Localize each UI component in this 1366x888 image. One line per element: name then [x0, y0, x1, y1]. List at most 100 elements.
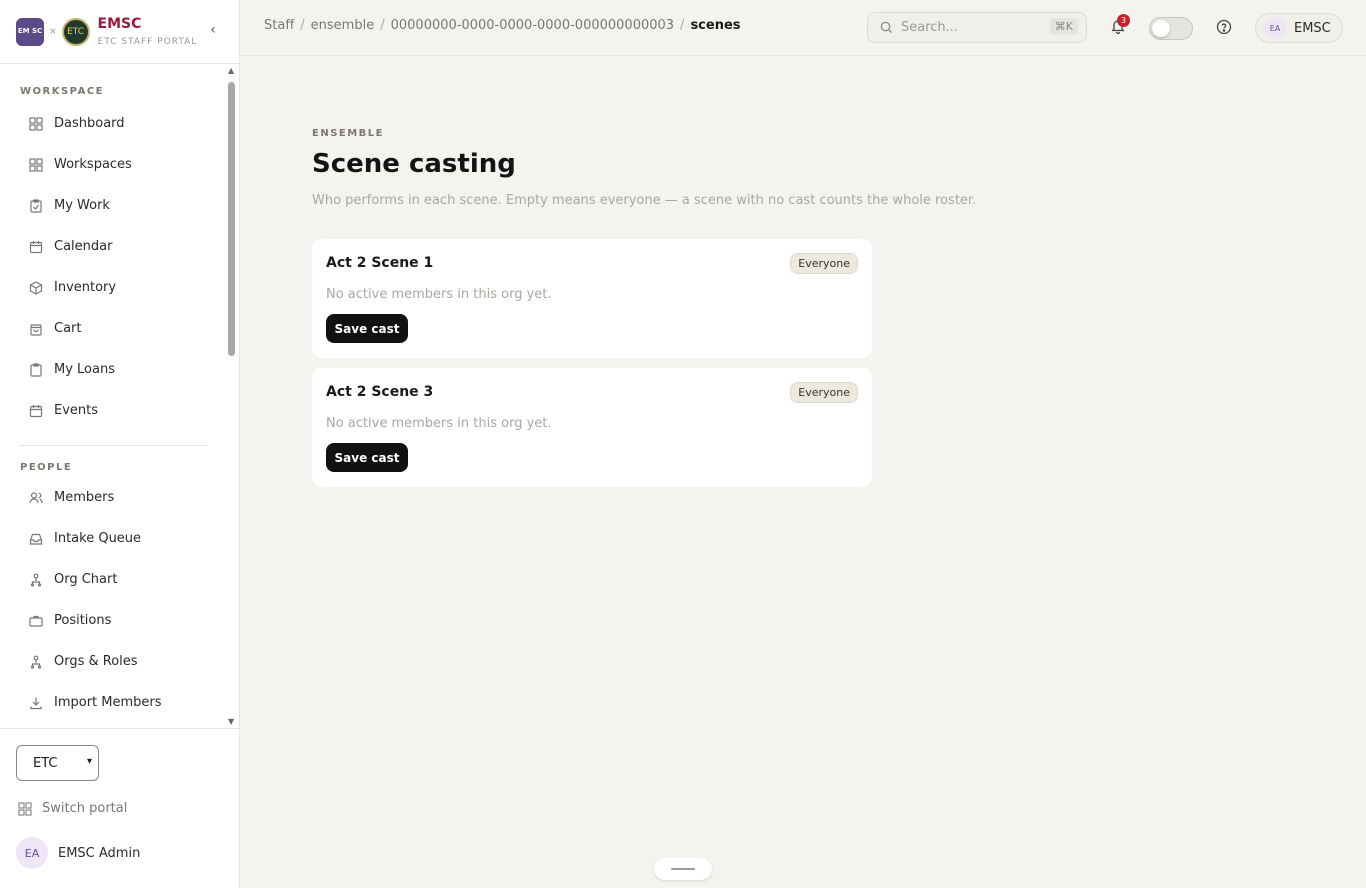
- org-select[interactable]: ETC ▾: [16, 745, 99, 781]
- breadcrumb-ensemble[interactable]: ensemble: [311, 18, 375, 33]
- collapse-sidebar-icon[interactable]: ‹: [206, 22, 220, 38]
- search-icon: [880, 21, 893, 34]
- sidebar-item-cart[interactable]: Cart: [0, 308, 224, 349]
- breadcrumb: Staff / ensemble / 00000000-0000-0000-00…: [264, 18, 741, 33]
- notification-badge: 3: [1117, 14, 1130, 27]
- user-menu-button[interactable]: EA EMSC: [1255, 13, 1343, 43]
- sidebar-user[interactable]: EA EMSC Admin: [16, 837, 140, 869]
- sidebar-item-label: Calendar: [54, 239, 113, 254]
- avatar: EA: [16, 837, 48, 869]
- brand-name: EMSC: [97, 16, 142, 32]
- breadcrumb-id[interactable]: 00000000-0000-0000-0000-000000000003: [391, 18, 674, 33]
- brand-subtitle: ETC STAFF PORTAL: [97, 37, 198, 47]
- sidebar-item-events[interactable]: Events: [0, 390, 224, 431]
- empty-message: No active members in this org yet.: [326, 416, 552, 431]
- sidebar-item-label: My Loans: [54, 362, 115, 377]
- page-eyebrow: ENSEMBLE: [312, 128, 385, 139]
- clipboard-icon: [28, 198, 44, 214]
- drawer-handle[interactable]: [654, 858, 712, 880]
- logo-separator: ×: [49, 26, 57, 37]
- switch-portal-label: Switch portal: [42, 801, 128, 816]
- search-input[interactable]: [901, 20, 1041, 35]
- sidebar-item-workspaces[interactable]: Workspaces: [0, 144, 224, 185]
- breadcrumb-current: scenes: [690, 18, 741, 33]
- calendar-icon: [28, 403, 44, 419]
- sidebar-item-orgs-roles[interactable]: Orgs & Roles: [0, 641, 224, 682]
- sidebar-item-my-loans[interactable]: My Loans: [0, 349, 224, 390]
- box-icon: [28, 280, 44, 296]
- sidebar-item-calendar[interactable]: Calendar: [0, 226, 224, 267]
- breadcrumb-separator: /: [380, 18, 385, 33]
- status-badge: Everyone: [790, 382, 858, 403]
- sidebar-footer: ETC ▾ Switch portal EA EMSC Admin: [0, 728, 240, 888]
- scene-title: Act 2 Scene 3: [326, 384, 434, 400]
- sidebar-item-label: Orgs & Roles: [54, 654, 138, 669]
- sidebar-item-label: Intake Queue: [54, 531, 142, 546]
- org-select-value: ETC: [33, 755, 58, 771]
- clipboard-icon: [28, 362, 44, 378]
- sidebar-item-label: Events: [54, 403, 99, 418]
- sidebar-item-label: My Work: [54, 198, 110, 213]
- scene-title: Act 2 Scene 1: [326, 255, 434, 271]
- download-icon: [28, 695, 44, 711]
- topbar: Staff / ensemble / 00000000-0000-0000-00…: [240, 0, 1366, 56]
- org-icon: [28, 654, 44, 670]
- sidebar-item-label: Positions: [54, 613, 112, 628]
- breadcrumb-separator: /: [680, 18, 685, 33]
- switch-portal-link[interactable]: Switch portal: [18, 801, 127, 816]
- sidebar-item-inventory[interactable]: Inventory: [0, 267, 224, 308]
- scroll-down-icon[interactable]: ▼: [228, 717, 234, 726]
- user-name: EMSC Admin: [58, 845, 141, 861]
- sidebar-item-label: Cart: [54, 321, 82, 336]
- sidebar-item-label: Workspaces: [54, 157, 132, 172]
- page-subtitle: Who performs in each scene. Empty means …: [312, 193, 977, 208]
- inbox-icon: [28, 531, 44, 547]
- save-cast-button[interactable]: Save cast: [326, 314, 408, 343]
- sidebar-item-members[interactable]: Members: [0, 477, 224, 518]
- sidebar-item-dashboard[interactable]: Dashboard: [0, 103, 224, 144]
- theme-toggle[interactable]: [1149, 17, 1193, 40]
- help-icon[interactable]: [1216, 19, 1232, 35]
- bag-icon: [28, 321, 44, 337]
- main-content: ENSEMBLE Scene casting Who performs in e…: [312, 128, 1012, 487]
- sidebar-item-label: Inventory: [54, 280, 117, 295]
- toggle-knob: [1152, 20, 1170, 37]
- users-icon: [28, 490, 44, 506]
- status-badge: Everyone: [790, 253, 858, 274]
- sidebar-item-my-work[interactable]: My Work: [0, 185, 224, 226]
- chevron-down-icon: ▾: [86, 756, 92, 767]
- avatar: EA: [1264, 17, 1286, 39]
- scroll-up-icon[interactable]: ▲: [228, 66, 234, 75]
- briefcase-icon: [28, 613, 44, 629]
- sidebar-nav: WORKSPACE Dashboard Workspaces My Work C…: [0, 64, 224, 728]
- scene-card: Act 2 Scene 1 Everyone No active members…: [312, 239, 872, 358]
- sidebar-header: EM SC × ETC EMSC ETC STAFF PORTAL ‹: [0, 0, 239, 64]
- sidebar: EM SC × ETC EMSC ETC STAFF PORTAL ‹ WORK…: [0, 0, 240, 888]
- sidebar-item-label: Dashboard: [54, 116, 125, 131]
- emsc-logo[interactable]: EM SC: [16, 17, 44, 46]
- sidebar-item-label: Members: [54, 490, 115, 505]
- org-icon: [28, 572, 44, 588]
- handle-bar: [671, 868, 695, 870]
- user-chip-name: EMSC: [1294, 20, 1331, 36]
- sidebar-item-import-members[interactable]: Import Members: [0, 682, 224, 723]
- sidebar-item-label: Import Members: [54, 695, 162, 710]
- brand: EMSC ETC STAFF PORTAL: [98, 16, 198, 47]
- grid-icon: [28, 116, 44, 132]
- section-workspace: WORKSPACE: [20, 86, 105, 97]
- sidebar-item-org-chart[interactable]: Org Chart: [0, 559, 224, 600]
- search-shortcut: ⌘K: [1049, 18, 1078, 35]
- empty-message: No active members in this org yet.: [326, 287, 552, 302]
- sidebar-item-positions[interactable]: Positions: [0, 600, 224, 641]
- breadcrumb-staff[interactable]: Staff: [264, 18, 294, 33]
- sidebar-divider: [20, 445, 208, 446]
- page-title: Scene casting: [312, 149, 516, 179]
- save-cast-button[interactable]: Save cast: [326, 443, 408, 472]
- scene-card: Act 2 Scene 3 Everyone No active members…: [312, 368, 872, 487]
- search-box[interactable]: ⌘K: [867, 12, 1087, 43]
- scrollbar-thumb[interactable]: [228, 82, 235, 356]
- sidebar-item-intake-queue[interactable]: Intake Queue: [0, 518, 224, 559]
- grid-icon: [28, 157, 44, 173]
- etc-logo[interactable]: ETC: [61, 17, 90, 46]
- sidebar-scrollbar[interactable]: ▲ ▼: [226, 66, 238, 726]
